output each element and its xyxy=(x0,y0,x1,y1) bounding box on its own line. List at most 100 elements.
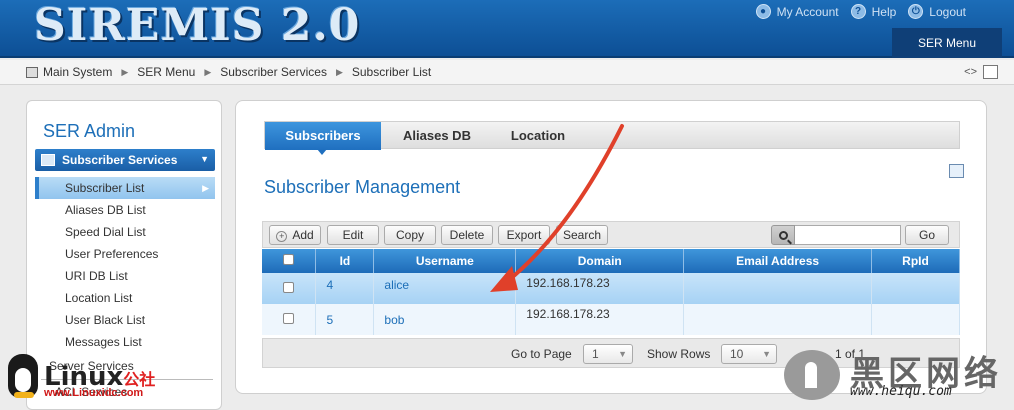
sidebar-title: SER Admin xyxy=(43,121,136,141)
column-header-email[interactable]: Email Address xyxy=(683,249,873,273)
active-tab-pointer-icon xyxy=(317,149,327,155)
cell-rpid xyxy=(871,273,960,304)
breadcrumb-subscriber-services[interactable]: Subscriber Services xyxy=(220,65,327,79)
column-header-domain[interactable]: Domain xyxy=(515,249,685,273)
edit-page-icon[interactable] xyxy=(983,65,998,79)
app-header: SIREMIS 2.0 ● My Account ? Help ⏻ Logout… xyxy=(0,0,1014,58)
quick-search xyxy=(771,225,901,245)
delete-button[interactable]: Delete xyxy=(441,225,493,245)
sidebar-item-uri-db-list[interactable]: URI DB List xyxy=(35,265,215,287)
column-header-id[interactable]: Id xyxy=(315,249,375,273)
add-label: Add xyxy=(292,228,314,242)
breadcrumb-separator-icon: ▶ xyxy=(204,66,212,77)
linux-watermark: Linux公社 www.Linuxidc.com xyxy=(4,352,184,403)
heiqu-logo-icon xyxy=(784,350,840,400)
rows-select[interactable]: 10 ▼ xyxy=(721,344,777,364)
siremis-logo: SIREMIS 2.0 xyxy=(34,0,361,51)
row-select-cell[interactable] xyxy=(262,304,317,335)
id-link[interactable]: 5 xyxy=(326,313,333,327)
table-row[interactable]: 5 bob 192.168.178.23 xyxy=(262,304,960,335)
sidebar-item-label: Subscriber List xyxy=(65,181,145,195)
select-all-header[interactable] xyxy=(262,249,317,273)
power-icon: ⏻ xyxy=(908,4,924,19)
export-button[interactable]: Export xyxy=(498,225,550,245)
row-checkbox[interactable] xyxy=(283,282,295,293)
cell-id: 4 xyxy=(315,273,375,304)
code-icon[interactable]: <> xyxy=(964,66,977,78)
row-checkbox[interactable] xyxy=(283,313,295,324)
edit-form-icon[interactable] xyxy=(949,164,964,178)
my-account-link[interactable]: ● My Account xyxy=(755,4,839,19)
id-link[interactable]: 4 xyxy=(326,278,333,292)
add-button[interactable]: + Add xyxy=(269,225,321,245)
cell-username: alice xyxy=(373,273,517,304)
home-icon xyxy=(26,66,38,78)
sidebar-item-aliases-db-list[interactable]: Aliases DB List xyxy=(35,199,215,221)
ser-menu-tab[interactable]: SER Menu xyxy=(892,28,1002,58)
chevron-down-icon: ▼ xyxy=(618,349,627,359)
row-select-cell[interactable] xyxy=(262,273,317,304)
sidebar-item-messages-list[interactable]: Messages List xyxy=(35,331,215,353)
breadcrumb: Main System ▶ SER Menu ▶ Subscriber Serv… xyxy=(0,60,1014,85)
cell-email xyxy=(683,304,873,335)
cell-username: bob xyxy=(373,304,517,335)
tab-location[interactable]: Location xyxy=(493,122,583,150)
help-icon: ? xyxy=(850,4,866,19)
sidebar-group-subscriber-services[interactable]: Subscriber Services ▼ xyxy=(35,149,215,171)
breadcrumb-subscriber-list: Subscriber List xyxy=(351,65,432,79)
chevron-right-icon: ▶ xyxy=(202,183,209,193)
cell-domain: 192.168.178.23 xyxy=(515,273,685,304)
folder-icon xyxy=(41,154,55,166)
search-input[interactable] xyxy=(795,225,901,245)
help-link[interactable]: ? Help xyxy=(850,4,897,19)
sidebar-items: Subscriber List ▶ Aliases DB List Speed … xyxy=(35,177,215,353)
cell-id: 5 xyxy=(315,304,375,335)
breadcrumb-tools: <> xyxy=(964,65,998,79)
subscriber-table: Id Username Domain Email Address RpId 4 … xyxy=(262,249,960,335)
cell-rpid xyxy=(871,304,960,335)
sidebar-item-user-black-list[interactable]: User Black List xyxy=(35,309,215,331)
chevron-down-icon: ▼ xyxy=(762,349,771,359)
breadcrumb-separator-icon: ▶ xyxy=(121,66,129,77)
search-icon xyxy=(778,230,788,240)
goto-page-label: Go to Page xyxy=(511,347,572,361)
table-row[interactable]: 4 alice 192.168.178.23 xyxy=(262,273,960,304)
sidebar-group-label: Subscriber Services xyxy=(62,153,178,167)
tab-aliases-db[interactable]: Aliases DB xyxy=(387,122,487,150)
page-select-value: 1 xyxy=(592,347,599,361)
table-header-row: Id Username Domain Email Address RpId xyxy=(262,249,960,273)
username-link[interactable]: bob xyxy=(384,313,404,327)
sidebar-item-subscriber-list[interactable]: Subscriber List ▶ xyxy=(35,177,215,199)
go-button[interactable]: Go xyxy=(905,225,949,245)
logout-link[interactable]: ⏻ Logout xyxy=(908,4,966,19)
tux-penguin-icon xyxy=(8,354,38,398)
username-link[interactable]: alice xyxy=(384,278,409,292)
search-button[interactable]: Search xyxy=(556,225,608,245)
select-all-checkbox[interactable] xyxy=(283,254,295,265)
help-label: Help xyxy=(871,4,897,19)
sidebar-item-user-preferences[interactable]: User Preferences xyxy=(35,243,215,265)
page-select[interactable]: 1 ▼ xyxy=(583,344,633,364)
tab-subscribers[interactable]: Subscribers xyxy=(265,122,381,150)
show-rows-label: Show Rows xyxy=(647,347,711,361)
edit-button[interactable]: Edit xyxy=(327,225,379,245)
cell-domain: 192.168.178.23 xyxy=(515,304,685,335)
copy-button[interactable]: Copy xyxy=(384,225,436,245)
sidebar-item-location-list[interactable]: Location List xyxy=(35,287,215,309)
column-header-rpid[interactable]: RpId xyxy=(871,249,960,273)
plus-icon: + xyxy=(276,231,288,242)
logout-label: Logout xyxy=(929,4,966,19)
breadcrumb-ser-menu[interactable]: SER Menu xyxy=(137,65,195,79)
chevron-down-icon: ▼ xyxy=(200,154,209,164)
breadcrumb-main-system[interactable]: Main System xyxy=(43,65,112,79)
sidebar-item-speed-dial-list[interactable]: Speed Dial List xyxy=(35,221,215,243)
tab-bar: Subscribers Aliases DB Location xyxy=(264,121,960,155)
my-account-label: My Account xyxy=(776,4,839,19)
page-title: Subscriber Management xyxy=(264,177,461,197)
column-header-username[interactable]: Username xyxy=(373,249,517,273)
search-icon-button[interactable] xyxy=(771,225,795,245)
user-icon: ● xyxy=(755,4,771,19)
grid-toolbar: + Add Edit Copy Delete Export Search Go xyxy=(262,221,960,248)
rows-select-value: 10 xyxy=(730,347,744,361)
watermark-left-url: www.Linuxidc.com xyxy=(44,387,144,399)
